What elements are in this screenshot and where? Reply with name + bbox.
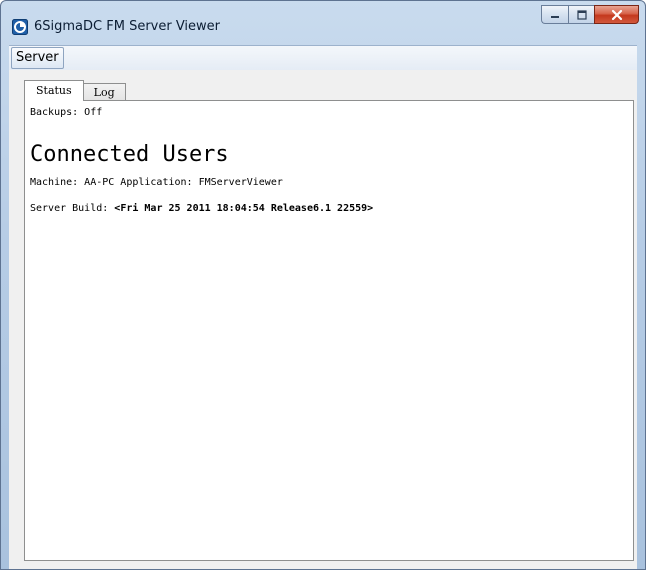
window-controls (541, 5, 639, 25)
minimize-button[interactable] (541, 5, 568, 24)
connected-users-heading: Connected Users (30, 142, 229, 167)
menu-server[interactable]: Server (11, 47, 64, 69)
minimize-icon (551, 15, 559, 18)
server-build-info: Server Build: <Fri Mar 25 2011 18:04:54 … (30, 203, 373, 214)
menu-bar: Server (9, 45, 637, 70)
maximize-icon (576, 9, 587, 20)
tab-strip: Status Log (24, 80, 126, 101)
close-button[interactable] (594, 5, 639, 24)
tab-log[interactable]: Log (83, 83, 126, 101)
title-bar[interactable]: 6SigmaDC FM Server Viewer (1, 1, 645, 45)
app-window: 6SigmaDC FM Server Viewer Server Status … (0, 0, 646, 570)
close-icon (611, 9, 622, 20)
server-build-label: Server Build: (30, 203, 115, 214)
client-area: Status Log Backups: Off Connected Users … (9, 70, 637, 569)
backups-status: Backups: Off (30, 107, 103, 118)
tab-status[interactable]: Status (24, 80, 84, 101)
app-logo-icon (12, 19, 28, 35)
machine-info: Machine: AA-PC Application: FMServerView… (30, 177, 283, 188)
server-build-value: <Fri Mar 25 2011 18:04:54 Release6.1 225… (114, 203, 374, 214)
window-title: 6SigmaDC FM Server Viewer (34, 19, 221, 34)
maximize-button[interactable] (568, 5, 594, 24)
status-panel: Backups: Off Connected Users Machine: AA… (24, 100, 634, 561)
